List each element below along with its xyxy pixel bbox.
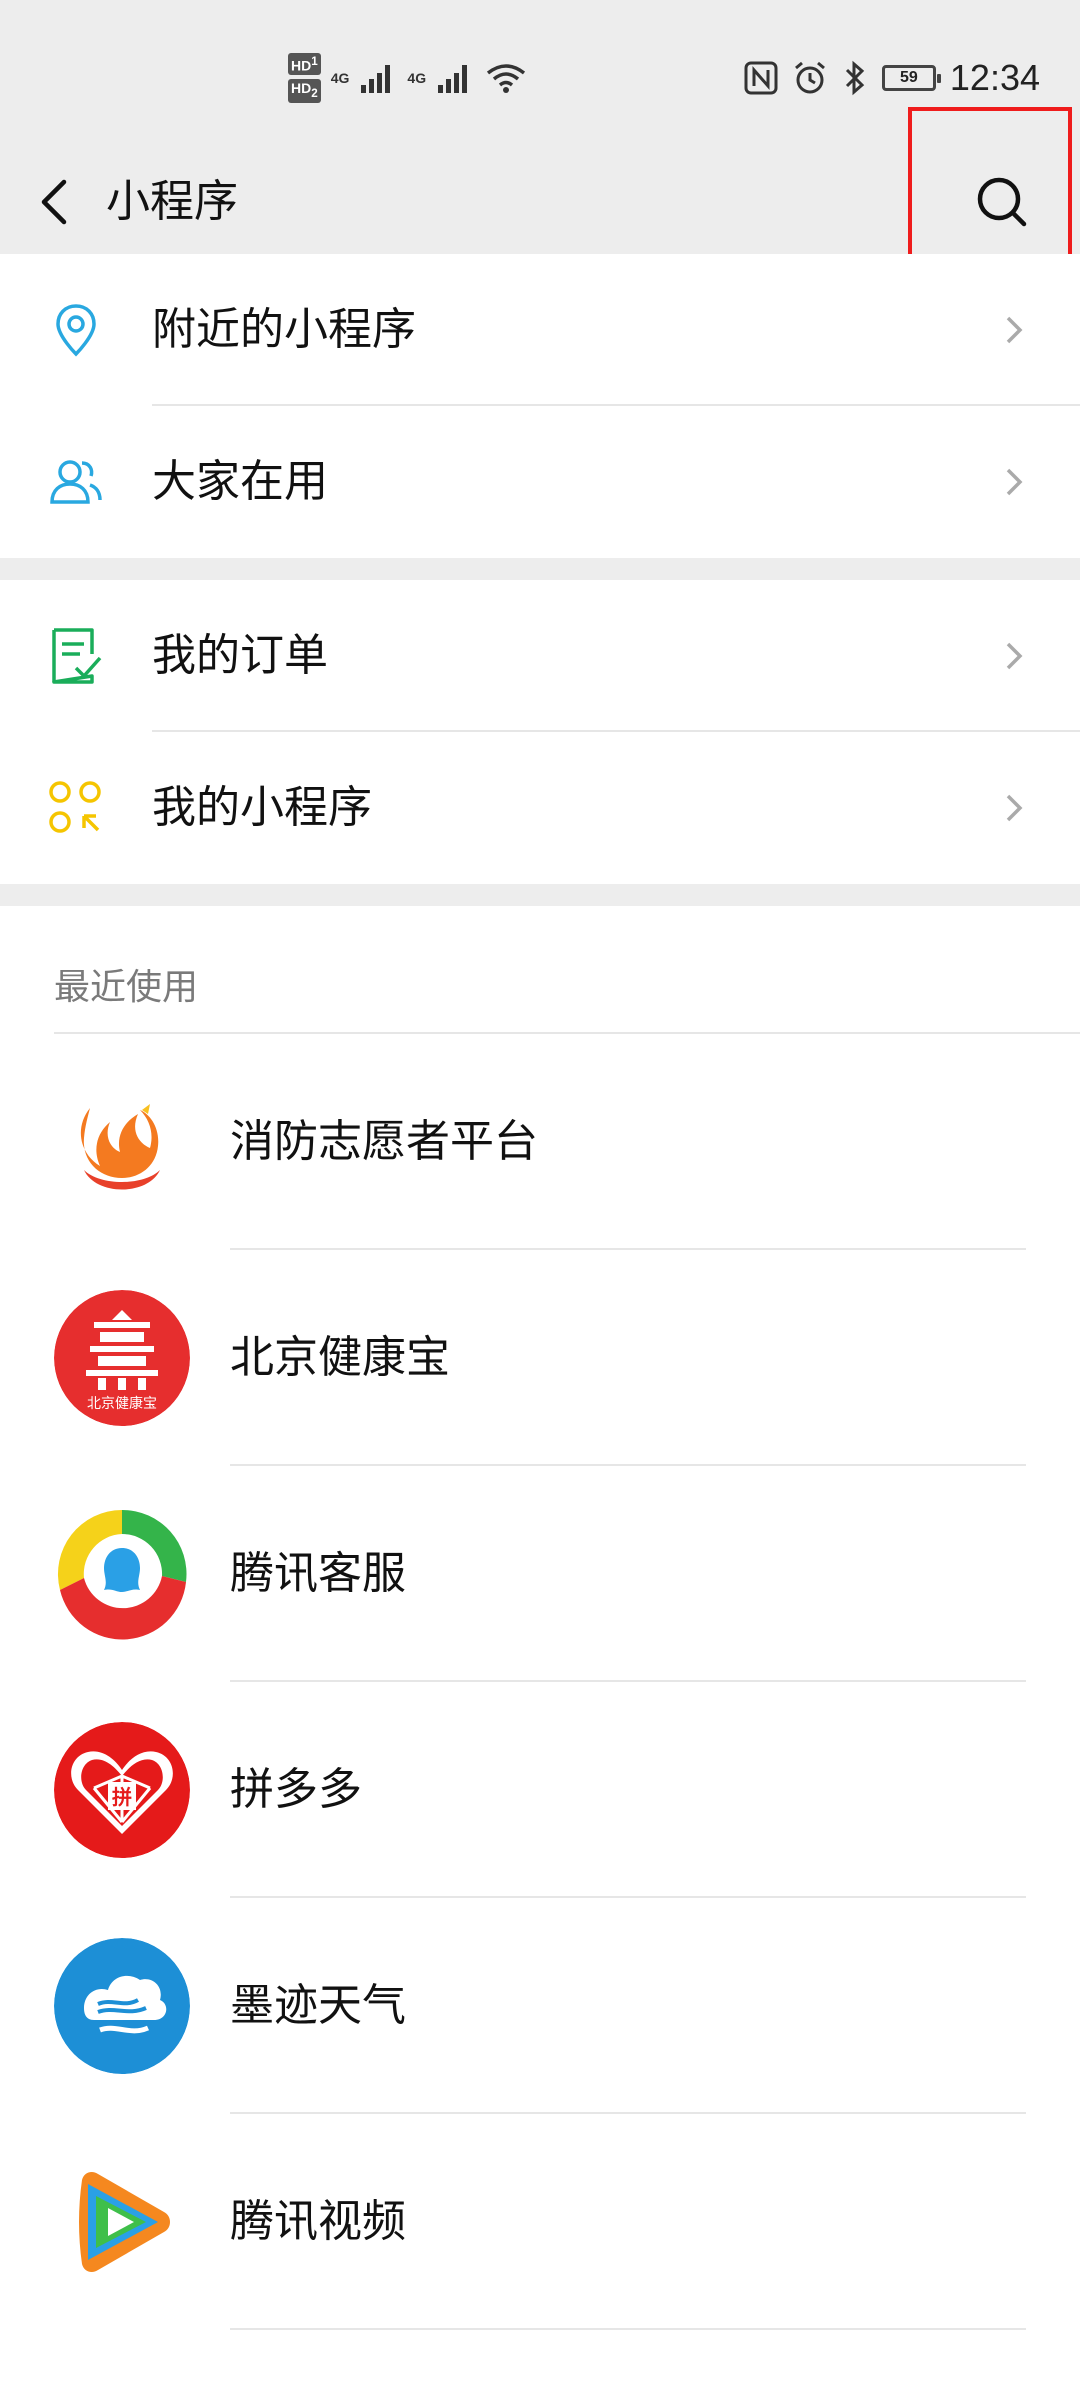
recent-app-item[interactable]: 墨迹天气 — [0, 1898, 1080, 2114]
battery-icon: 59 — [881, 65, 941, 91]
tencent-video-logo — [54, 2154, 190, 2290]
clock: 12:34 — [949, 57, 1040, 98]
menu-item-label: 我的小程序 — [152, 782, 372, 833]
app-name: 墨迹天气 — [230, 1980, 406, 2031]
menu-item-label: 大家在用 — [152, 456, 328, 507]
tencent-customer-service-logo — [54, 1506, 190, 1642]
search-button[interactable] — [960, 160, 1044, 244]
signal-icon — [361, 65, 391, 93]
page-title: 小程序 — [106, 176, 238, 227]
chevron-right-icon — [1006, 642, 1023, 670]
menu-item-nearby[interactable]: 附近的小程序 — [0, 254, 1080, 406]
divider — [230, 2328, 1026, 2330]
hd1-badge: HD1 — [288, 53, 321, 75]
bluetooth-icon — [845, 60, 865, 96]
menu-group-2: 我的订单 我的小程序 — [0, 580, 1080, 884]
menu-item-label: 附近的小程序 — [152, 304, 416, 355]
logo-text: 北京健康宝 — [87, 1395, 157, 1412]
section-gap — [0, 884, 1080, 906]
nfc-icon — [744, 61, 778, 95]
app-name: 拼多多 — [230, 1764, 362, 1815]
signal-icon — [438, 65, 468, 93]
location-pin-icon — [56, 304, 96, 357]
beijing-health-kit-logo: 北京健康宝 — [54, 1290, 190, 1426]
section-gap — [0, 558, 1080, 580]
status-left: HD1 HD2 4G 4G — [288, 48, 528, 108]
menu-item-my-mini-programs[interactable]: 我的小程序 — [0, 732, 1080, 884]
order-checklist-icon — [52, 628, 102, 684]
chevron-right-icon — [1006, 794, 1023, 822]
network-type-1: 4G — [330, 70, 350, 86]
status-bar: HD1 HD2 4G 4G 59 12:34 — [0, 0, 1080, 150]
hd2-badge: HD2 — [288, 78, 321, 103]
menu-group-1: 附近的小程序 大家在用 — [0, 254, 1080, 558]
app-name: 北京健康宝 — [230, 1332, 450, 1383]
menu-item-label: 我的订单 — [152, 630, 328, 681]
menu-item-popular[interactable]: 大家在用 — [0, 406, 1080, 558]
recent-app-item[interactable]: 腾讯客服 — [0, 1466, 1080, 1682]
recent-app-item[interactable]: 腾讯视频 — [0, 2114, 1080, 2330]
logo-text: 拼 — [112, 1785, 132, 1809]
app-name: 消防志愿者平台 — [230, 1116, 538, 1167]
chevron-right-icon — [1006, 316, 1023, 344]
hd-indicators: HD1 HD2 — [288, 53, 321, 103]
app-name: 腾讯视频 — [230, 2196, 406, 2247]
users-icon — [50, 460, 102, 504]
recent-app-item[interactable]: 消防志愿者平台 — [0, 1034, 1080, 1250]
recent-section-title: 最近使用 — [54, 967, 199, 1008]
recent-app-item[interactable]: 拼 拼多多 — [0, 1682, 1080, 1898]
status-right: 59 12:34 — [744, 48, 1040, 108]
mini-program-grid-icon — [49, 781, 101, 833]
title-bar: 小程序 — [0, 150, 1080, 254]
moji-weather-logo — [54, 1938, 190, 2074]
recent-app-item[interactable]: 北京健康宝 北京健康宝 — [0, 1250, 1080, 1466]
fire-volunteer-logo — [54, 1074, 190, 1210]
chevron-left-icon — [41, 179, 67, 225]
network-type-2: 4G — [407, 70, 427, 86]
chevron-right-icon — [1006, 468, 1023, 496]
alarm-icon — [794, 61, 825, 94]
wifi-icon — [487, 64, 526, 93]
pinduoduo-logo: 拼 — [54, 1722, 190, 1858]
back-button[interactable] — [26, 172, 86, 232]
app-name: 腾讯客服 — [230, 1548, 406, 1599]
search-icon — [977, 177, 1027, 227]
menu-item-my-orders[interactable]: 我的订单 — [0, 580, 1080, 732]
